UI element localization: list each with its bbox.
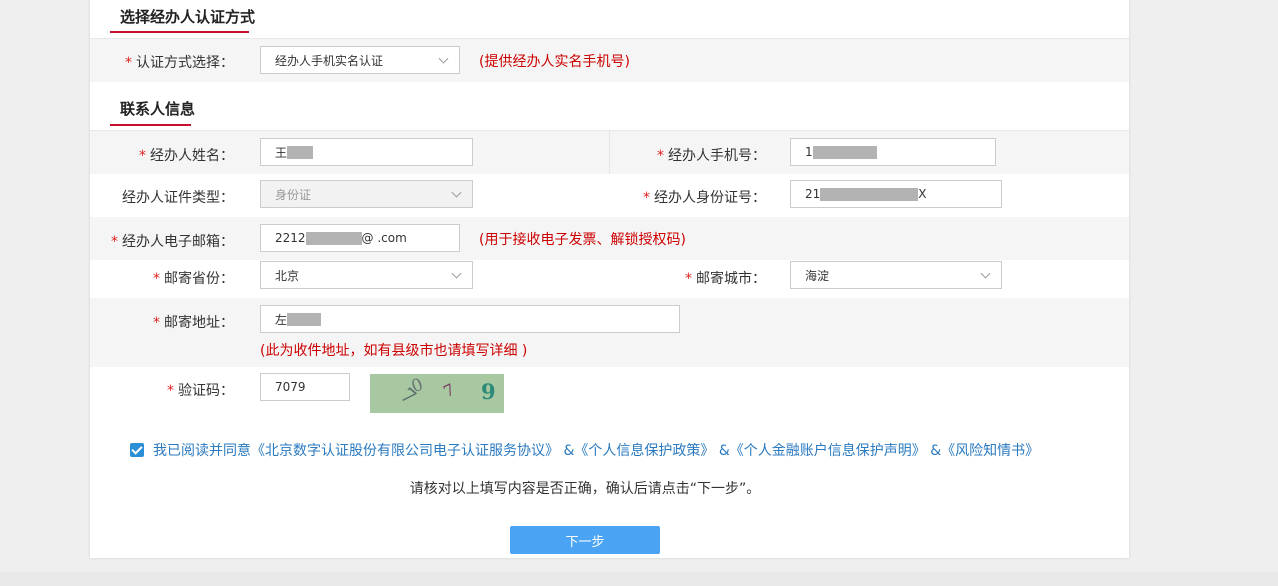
agreement-link-privacy[interactable]: 《个人信息保护政策》: [574, 443, 714, 459]
separator: &: [930, 443, 942, 459]
page-footer-strip: [0, 572, 1278, 586]
masked-value: [287, 312, 322, 326]
section-title-auth: 选择经办人认证方式: [120, 8, 256, 26]
auth-method-label: * 认证方式选择：: [125, 55, 234, 71]
name-label: * 经办人姓名：: [139, 148, 234, 164]
confirm-instruction: 请核对以上填写内容是否正确，确认后请点击“下一步”。: [409, 481, 761, 497]
section-underline-contact: [110, 124, 191, 126]
city-label: * 邮寄城市：: [685, 271, 766, 287]
email-hint: (用于接收电子发票、解锁授权码): [479, 232, 686, 248]
id-number-label: * 经办人身份证号：: [643, 190, 766, 206]
masked-value: [820, 187, 919, 201]
chevron-down-icon: [451, 187, 462, 198]
agreement-text: 我已阅读并同意《北京数字认证股份有限公司电子认证服务协议》 &《个人信息保护政策…: [153, 440, 1039, 460]
separator: &: [718, 443, 730, 459]
email-label: * 经办人电子邮箱：: [111, 234, 234, 250]
captcha-label: * 验证码：: [167, 383, 234, 399]
section-title-contact: 联系人信息: [120, 100, 196, 118]
agreement-link-service[interactable]: 《北京数字认证股份有限公司电子认证服务协议》: [251, 443, 559, 459]
captcha-char: 7: [440, 379, 458, 402]
masked-value: [287, 145, 314, 159]
chevron-down-icon: [980, 268, 991, 279]
separator: &: [563, 443, 575, 459]
address-hint: (此为收件地址，如有县级市也请填写详细 ): [260, 343, 528, 359]
phone-input[interactable]: 1: [790, 138, 996, 166]
column-separator: [609, 131, 610, 174]
section-underline-auth: [110, 31, 249, 33]
auth-method-select[interactable]: 经办人手机实名认证: [260, 46, 460, 74]
province-select[interactable]: 北京: [260, 261, 473, 289]
name-input[interactable]: 王: [260, 138, 473, 166]
phone-label: * 经办人手机号：: [657, 148, 766, 164]
id-type-label: 经办人证件类型：: [122, 190, 234, 206]
city-select[interactable]: 海淀: [790, 261, 1002, 289]
email-input[interactable]: 2212 @ .com: [260, 224, 460, 252]
masked-value: [812, 145, 877, 159]
captcha-input[interactable]: 7079: [260, 373, 350, 401]
agreement-link-financial[interactable]: 《个人金融账户信息保护声明》: [730, 443, 926, 459]
captcha-char: 9: [481, 379, 496, 404]
captcha-image[interactable]: 7 0 7 9: [370, 374, 504, 413]
form-card: 选择经办人认证方式 * 认证方式选择： 经办人手机实名认证 (提供经办人实名手机号…: [90, 0, 1129, 558]
masked-value: [305, 231, 362, 245]
agreement-link-risk[interactable]: 《风险知情书》: [941, 443, 1039, 459]
province-label: * 邮寄省份：: [153, 271, 234, 287]
auth-method-hint: (提供经办人实名手机号): [479, 54, 630, 70]
id-number-input[interactable]: 21 X: [790, 180, 1002, 208]
chevron-down-icon: [438, 53, 449, 64]
chevron-down-icon: [451, 268, 462, 279]
agreement-prefix: 我已阅读并同意: [153, 443, 251, 459]
id-type-select[interactable]: 身份证: [260, 180, 473, 208]
address-input[interactable]: 左: [260, 305, 680, 333]
agreement-checkbox[interactable]: [130, 443, 144, 457]
next-button[interactable]: 下一步: [510, 526, 660, 554]
address-label: * 邮寄地址：: [153, 315, 234, 331]
